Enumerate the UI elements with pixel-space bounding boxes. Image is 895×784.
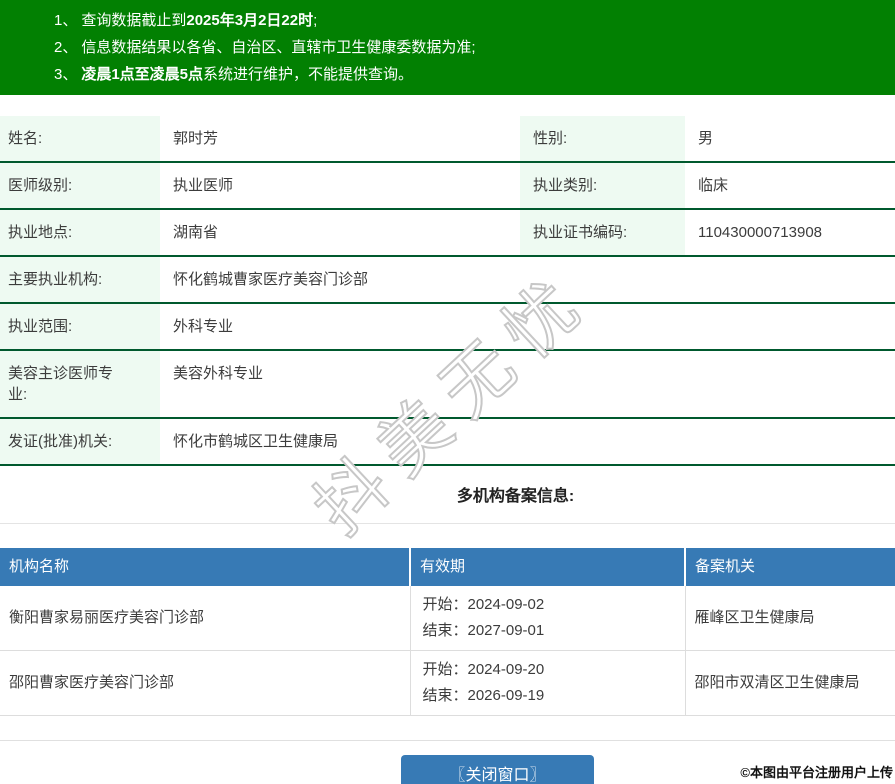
issuing-authority-label: 发证(批准)机关: [0,418,160,466]
notice-line-2: 2、 信息数据结果以各省、自治区、直辖市卫生健康委数据为准; [0,34,895,61]
gender-value: 男 [685,116,895,163]
validity-cell: 开始：2024-09-20 结束：2026-09-19 [410,650,686,716]
table-row: 医师级别: 执业医师 执业类别: 临床 [0,162,895,210]
practice-location-value: 湖南省 [160,209,520,257]
cosmetic-specialty-label: 美容主诊医师专业: [0,350,160,419]
filing-authority-cell: 邵阳市双清区卫生健康局 [685,650,895,716]
notice-number: 1、 [54,12,78,29]
notice-text: ; [313,12,318,29]
notice-banner: 1、 查询数据截止到2025年3月2日22时; 2、 信息数据结果以各省、自治区、直… [0,0,895,95]
doctor-info-table: 姓名: 郭时芳 性别: 男 医师级别: 执业医师 执业类别: 临床 执业地点: … [0,116,895,466]
table-row: 执业地点: 湖南省 执业证书编码: 110430000713908 [0,209,895,257]
table-row: 美容主诊医师专业: 美容外科专业 [0,350,895,419]
notice-number: 2、 [54,39,78,56]
table-row: 主要执业机构: 怀化鹤城曹家医疗美容门诊部 [0,256,895,304]
validity-end: 结束：2026-09-19 [422,687,545,704]
doctor-level-label: 医师级别: [0,162,160,210]
table-row: 衡阳曹家易丽医疗美容门诊部 开始：2024-09-02 结束：2027-09-0… [0,586,895,651]
filing-header-org: 机构名称 [0,548,411,586]
issuing-authority-value: 怀化市鹤城区卫生健康局 [160,418,895,466]
validity-start: 开始：2024-09-20 [422,661,545,678]
filing-table: 机构名称 有效期 备案机关 衡阳曹家易丽医疗美容门诊部 开始：2024-09-0… [0,548,895,716]
close-window-button[interactable]: 〖关闭窗口〗 [401,755,594,784]
name-label: 姓名: [0,116,160,163]
table-row: 发证(批准)机关: 怀化市鹤城区卫生健康局 [0,418,895,466]
filing-header-authority: 备案机关 [685,548,895,586]
notice-line-1: 1、 查询数据截止到2025年3月2日22时; [0,7,895,34]
filing-header-validity: 有效期 [410,548,686,586]
notice-text: 查询数据截止到 [81,12,187,29]
notice-line-3: 3、 凌晨1点至凌晨5点系统进行维护，不能提供查询。 [0,61,895,88]
table-row: 执业范围: 外科专业 [0,303,895,351]
doctor-level-value: 执业医师 [160,162,520,210]
notice-text: 信息数据结果以各省、自治区、直辖市卫生健康委数据为准; [81,39,476,56]
practice-location-label: 执业地点: [0,209,160,257]
certificate-number-value: 110430000713908 [685,209,895,257]
copyright-watermark: ©本图由平台注册用户上传 [740,765,893,780]
main-institution-value: 怀化鹤城曹家医疗美容门诊部 [160,256,895,304]
org-name-cell: 邵阳曹家医疗美容门诊部 [0,650,411,716]
practice-category-value: 临床 [685,162,895,210]
practice-scope-label: 执业范围: [0,303,160,351]
validity-end: 结束：2027-09-01 [422,622,545,639]
certificate-number-label: 执业证书编码: [520,209,685,257]
table-row: 邵阳曹家医疗美容门诊部 开始：2024-09-20 结束：2026-09-19 … [0,650,895,716]
practice-category-label: 执业类别: [520,162,685,210]
gender-label: 性别: [520,116,685,163]
notice-text-bold: 凌晨1点至凌晨5点 [81,66,204,83]
practice-scope-value: 外科专业 [160,303,895,351]
section-title-multi-org: 多机构备案信息: [0,466,895,524]
notice-text-bold: 2025年3月2日22时 [186,12,314,29]
notice-text: 系统进行维护，不能提供查询。 [203,66,414,83]
notice-number: 3、 [54,66,78,83]
cosmetic-specialty-value: 美容外科专业 [160,350,895,419]
name-value: 郭时芳 [160,116,520,163]
table-row: 姓名: 郭时芳 性别: 男 [0,116,895,163]
validity-start: 开始：2024-09-02 [422,596,545,613]
main-institution-label: 主要执业机构: [0,256,160,304]
validity-cell: 开始：2024-09-02 结束：2027-09-01 [410,586,686,651]
org-name-cell: 衡阳曹家易丽医疗美容门诊部 [0,586,411,651]
filing-header-row: 机构名称 有效期 备案机关 [0,548,895,586]
filing-authority-cell: 雁峰区卫生健康局 [685,586,895,651]
